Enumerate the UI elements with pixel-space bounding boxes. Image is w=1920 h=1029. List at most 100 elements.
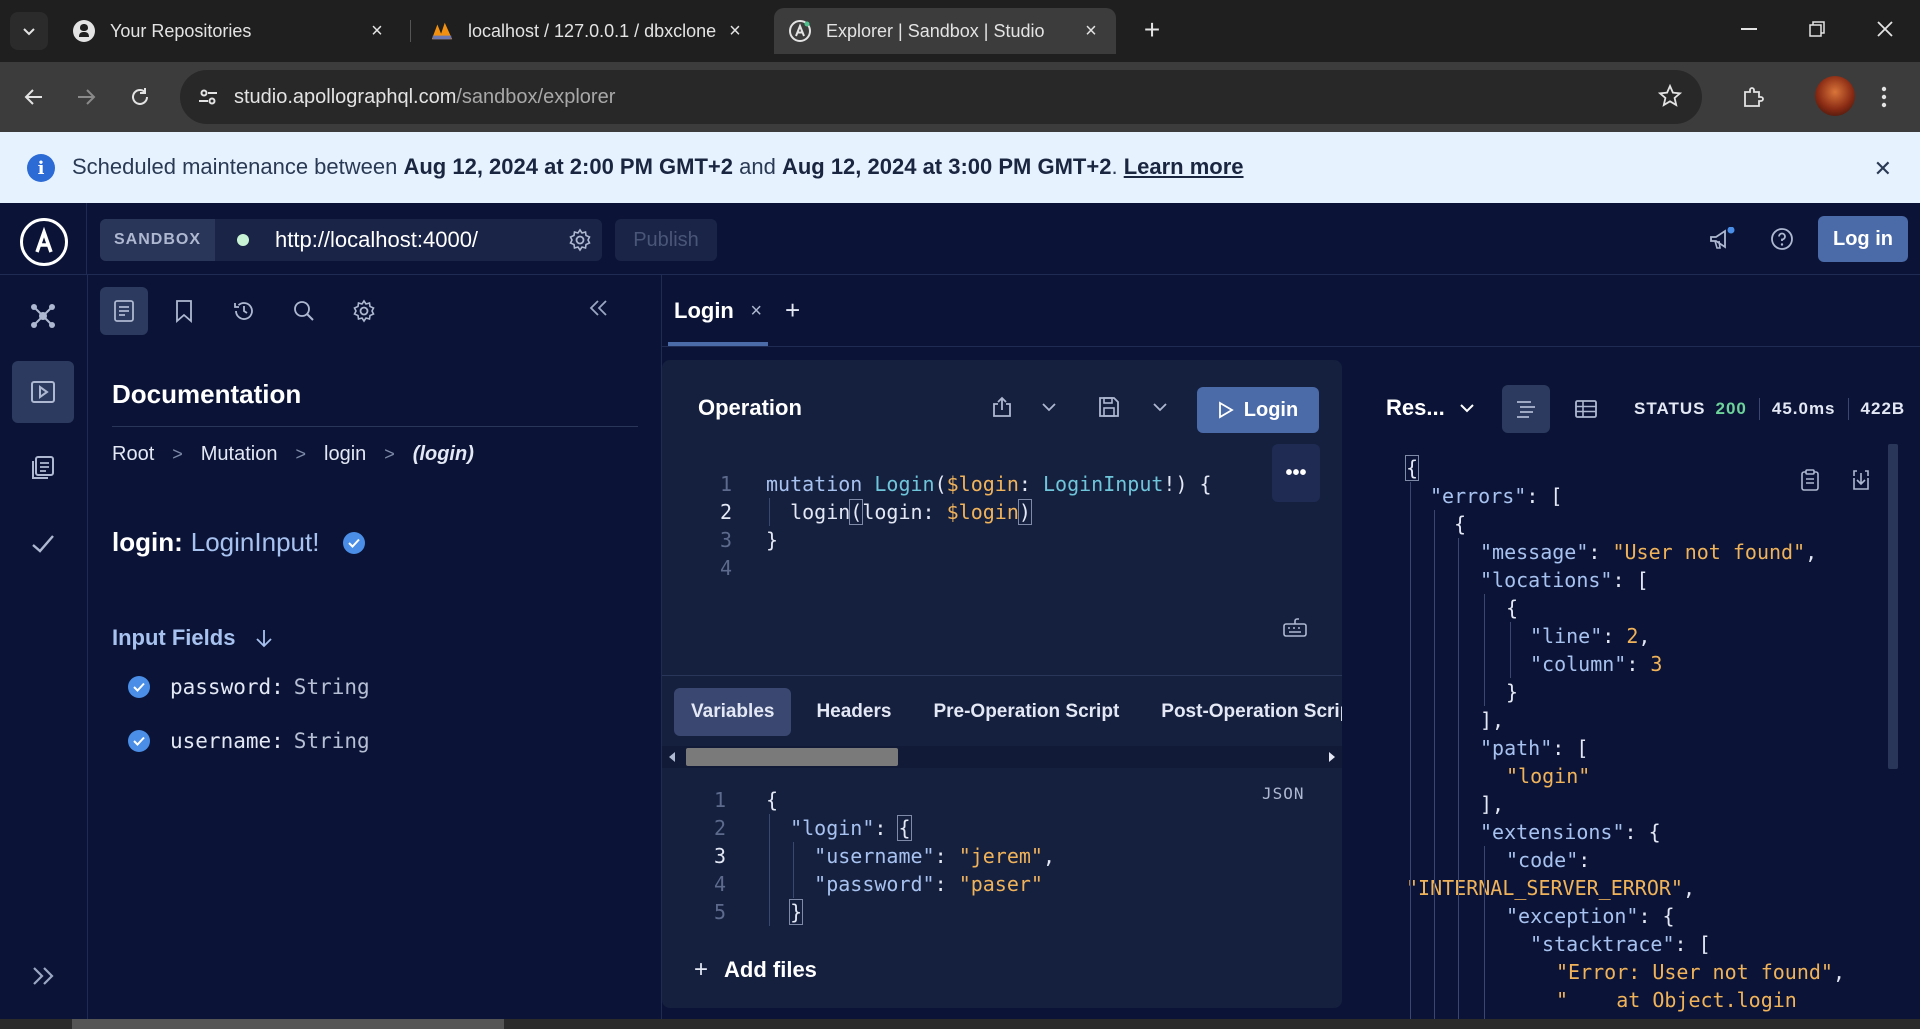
profile-avatar[interactable]: [1815, 76, 1855, 116]
variables-panel: Variables Headers Pre-Operation Script P…: [662, 675, 1342, 1008]
operation-header: Operation Login: [662, 360, 1342, 456]
chevron-down-icon[interactable]: [1152, 402, 1168, 412]
horizontal-scrollbar[interactable]: [662, 746, 1342, 768]
publish-button[interactable]: Publish: [615, 219, 717, 261]
input-field-username[interactable]: username: String: [128, 729, 370, 753]
tab-title: localhost / 127.0.0.1 / dbxclone: [468, 20, 717, 41]
changelog-nav-button[interactable]: [12, 437, 74, 499]
response-body[interactable]: { "errors": [ { "message": "User not fou…: [1342, 444, 1920, 1029]
banner-prefix: Scheduled maintenance between: [72, 154, 404, 179]
add-tab-button[interactable]: +: [785, 295, 800, 326]
connection-settings-icon[interactable]: [558, 228, 602, 252]
tab-pre-operation-script[interactable]: Pre-Operation Script: [916, 688, 1136, 736]
divider: [1758, 398, 1760, 420]
input-fields-label: Input Fields: [112, 625, 236, 650]
kebab-menu-icon: [1881, 86, 1887, 108]
selected-check-icon[interactable]: [343, 531, 366, 554]
scroll-left-icon[interactable]: [667, 751, 677, 763]
documents-icon: [32, 456, 54, 479]
close-tab-icon[interactable]: ×: [366, 20, 388, 42]
site-info-icon[interactable]: [190, 79, 226, 115]
banner-close-icon[interactable]: ✕: [1874, 156, 1892, 182]
tab-post-operation-script[interactable]: Post-Operation Script: [1144, 688, 1342, 736]
url-host: studio.apollographql.com: [234, 85, 457, 108]
documentation-tab[interactable]: [100, 287, 148, 335]
close-tab-icon[interactable]: ×: [750, 300, 762, 323]
run-operation-button[interactable]: Login: [1197, 387, 1319, 433]
apollo-logo[interactable]: [20, 218, 68, 266]
learn-more-link[interactable]: Learn more: [1124, 154, 1244, 179]
status-code: 200: [1715, 399, 1747, 418]
reload-button[interactable]: [120, 77, 160, 117]
checks-nav-button[interactable]: [12, 513, 74, 575]
line-number: 4: [719, 556, 732, 580]
browser-menu-button[interactable]: [1864, 77, 1904, 117]
expand-nav-icon[interactable]: [30, 965, 56, 987]
help-icon[interactable]: [1770, 227, 1794, 251]
bookmark-star-icon[interactable]: [1658, 84, 1682, 108]
keyboard-shortcuts-icon[interactable]: [1282, 616, 1308, 638]
tab-login[interactable]: Login ×: [668, 275, 768, 347]
log-in-button[interactable]: Log in: [1818, 216, 1908, 262]
history-icon: [234, 302, 253, 320]
extensions-button[interactable]: [1733, 77, 1773, 117]
indent-guide: [1510, 622, 1511, 678]
selected-check-icon[interactable]: [128, 676, 150, 698]
share-icon[interactable]: [992, 396, 1012, 418]
back-button[interactable]: [14, 77, 54, 117]
response-selector[interactable]: Res...: [1386, 395, 1475, 421]
chevron-down-icon[interactable]: [1041, 402, 1057, 412]
response-header: Res... STATUS 200 45.0ms 422B: [1342, 360, 1920, 456]
indent-guide: [1434, 510, 1435, 1029]
close-tab-icon[interactable]: ×: [1080, 20, 1102, 42]
operation-editor[interactable]: 1 mutation Login($login: LoginInput!) { …: [662, 456, 1342, 676]
page-scrollbar-thumb[interactable]: [72, 1019, 504, 1029]
search-tab[interactable]: [280, 287, 328, 335]
restore-icon: [1809, 21, 1825, 37]
scroll-right-icon[interactable]: [1327, 751, 1337, 763]
tab-search-button[interactable]: [10, 12, 48, 50]
restore-button[interactable]: [1782, 0, 1852, 58]
selected-check-icon[interactable]: [128, 730, 150, 752]
scrollbar-thumb[interactable]: [686, 748, 898, 766]
field-type[interactable]: LoginInput!: [191, 527, 320, 558]
tab-title: Explorer | Sandbox | Studio: [826, 20, 1045, 41]
browser-tab-explorer[interactable]: Explorer | Sandbox | Studio ×: [774, 8, 1116, 54]
arg-type[interactable]: String: [294, 675, 370, 699]
forward-button[interactable]: [66, 77, 106, 117]
indent-guide: [1484, 594, 1485, 706]
browser-tab-phpmyadmin[interactable]: localhost / 127.0.0.1 / dbxclone ×: [416, 8, 760, 54]
breadcrumb-root[interactable]: Root: [112, 443, 154, 466]
close-tab-icon[interactable]: ×: [724, 20, 746, 42]
schema-nav-button[interactable]: [12, 285, 74, 347]
close-window-button[interactable]: [1850, 0, 1920, 58]
play-icon: [1218, 401, 1234, 419]
collapse-panel-icon[interactable]: [588, 299, 608, 317]
sort-arrow-down-icon[interactable]: [255, 628, 273, 648]
save-icon[interactable]: [1098, 396, 1120, 418]
endpoint-url[interactable]: http://localhost:4000/: [275, 227, 558, 253]
more-options-button[interactable]: •••: [1272, 444, 1320, 502]
endpoint-selector[interactable]: SANDBOX http://localhost:4000/: [100, 219, 602, 261]
tab-variables[interactable]: Variables: [674, 688, 792, 736]
tab-headers[interactable]: Headers: [799, 688, 908, 736]
json-view-button[interactable]: [1502, 385, 1550, 433]
response-scrollbar[interactable]: [1888, 444, 1898, 769]
code-line: 4 "password": "paser": [662, 870, 1043, 898]
history-tab[interactable]: [220, 287, 268, 335]
new-tab-button[interactable]: +: [1134, 12, 1170, 48]
browser-tab-repositories[interactable]: Your Repositories ×: [58, 8, 402, 54]
minimize-button[interactable]: [1714, 0, 1784, 58]
bookmark-icon: [176, 300, 192, 323]
collections-tab[interactable]: [160, 287, 208, 335]
address-bar[interactable]: studio.apollographql.com/sandbox/explore…: [180, 70, 1702, 124]
breadcrumb-mutation[interactable]: Mutation: [201, 443, 278, 466]
table-view-button[interactable]: [1562, 385, 1610, 433]
arg-type[interactable]: String: [294, 729, 370, 753]
breadcrumb-login[interactable]: login: [324, 443, 366, 466]
announcements-icon[interactable]: [1708, 227, 1736, 253]
add-files-button[interactable]: + Add files: [694, 956, 817, 984]
input-field-password[interactable]: password: String: [128, 675, 370, 699]
explorer-nav-button[interactable]: [12, 361, 74, 423]
settings-tab[interactable]: [340, 287, 388, 335]
